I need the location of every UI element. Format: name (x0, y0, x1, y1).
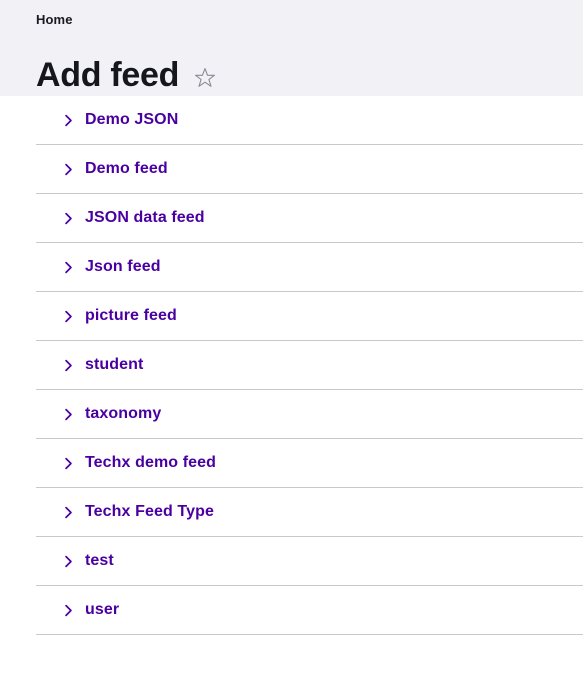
breadcrumb: Home (36, 12, 73, 28)
feed-type-label: Demo feed (85, 160, 168, 177)
chevron-right-icon (65, 408, 72, 420)
feed-type-link[interactable]: Techx Feed Type (36, 488, 583, 536)
chevron-right-icon (65, 212, 72, 224)
chevron-right-icon (65, 604, 72, 616)
list-item[interactable]: picture feed (0, 292, 583, 341)
breadcrumb-item-home[interactable]: Home (36, 12, 73, 27)
star-outline-icon (195, 67, 215, 87)
list-item[interactable]: Demo feed (0, 145, 583, 194)
feed-type-link[interactable]: Demo JSON (36, 96, 583, 144)
page-header: Home Add feed (0, 0, 583, 96)
chevron-right-icon (65, 261, 72, 273)
feed-type-link[interactable]: picture feed (36, 292, 583, 340)
chevron-right-icon (65, 310, 72, 322)
page-title: Add feed (36, 55, 180, 94)
chevron-right-icon (65, 359, 72, 371)
list-item[interactable]: test (0, 537, 583, 586)
feed-type-label: Json feed (85, 258, 161, 275)
feed-type-link[interactable]: test (36, 537, 583, 585)
feed-type-label: Techx Feed Type (85, 503, 214, 520)
list-item[interactable]: student (0, 341, 583, 390)
list-item[interactable]: Techx Feed Type (0, 488, 583, 537)
feed-type-link[interactable]: Demo feed (36, 145, 583, 193)
feed-type-label: taxonomy (85, 405, 162, 422)
list-item[interactable]: user (0, 586, 583, 635)
feed-type-label: user (85, 601, 120, 618)
list-item[interactable]: taxonomy (0, 390, 583, 439)
feed-type-label: JSON data feed (85, 209, 205, 226)
chevron-right-icon (65, 555, 72, 567)
feed-type-link[interactable]: student (36, 341, 583, 389)
list-item[interactable]: JSON data feed (0, 194, 583, 243)
feed-type-link[interactable]: Techx demo feed (36, 439, 583, 487)
feed-type-label: student (85, 356, 144, 373)
feed-type-label: Techx demo feed (85, 454, 217, 471)
chevron-right-icon (65, 114, 72, 126)
feed-type-link[interactable]: JSON data feed (36, 194, 583, 242)
feed-type-label: Demo JSON (85, 111, 179, 128)
feed-type-link[interactable]: Json feed (36, 243, 583, 291)
list-item[interactable]: Techx demo feed (0, 439, 583, 488)
chevron-right-icon (65, 457, 72, 469)
list-item[interactable]: Demo JSON (0, 96, 583, 145)
feed-type-link[interactable]: taxonomy (36, 390, 583, 438)
chevron-right-icon (65, 163, 72, 175)
list-item[interactable]: Json feed (0, 243, 583, 292)
feed-type-link[interactable]: user (36, 586, 583, 634)
favorite-star-button[interactable] (193, 66, 217, 90)
chevron-right-icon (65, 506, 72, 518)
feed-type-label: test (85, 552, 114, 569)
feed-type-label: picture feed (85, 307, 177, 324)
feed-type-list: Demo JSON Demo feed JSON data feed Json … (0, 96, 583, 635)
